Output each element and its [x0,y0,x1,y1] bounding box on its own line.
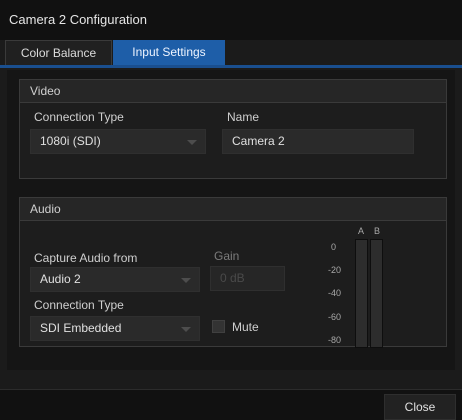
close-button[interactable]: Close [384,394,456,420]
meter-channel-a-label: A [358,226,365,236]
mute-checkbox[interactable] [212,320,225,333]
footer-bar: Close [0,389,462,420]
audio-connection-type-value: SDI Embedded [40,321,122,335]
gain-label: Gain [214,249,240,263]
capture-audio-select[interactable]: Audio 2 [30,267,200,292]
meter-channel-b-label: B [374,226,381,236]
tab-color-balance[interactable]: Color Balance [5,40,112,65]
tab-input-settings[interactable]: Input Settings [113,40,225,65]
video-heading: Video [20,80,446,103]
chevron-down-icon [181,278,191,283]
audio-connection-type-select[interactable]: SDI Embedded [30,316,200,341]
meter-scale-label: -20 [328,265,342,275]
meter-scale-label: 0 [331,242,337,252]
video-connection-type-label: Connection Type [34,110,124,124]
meter-bar-a [355,239,368,348]
audio-connection-type-label: Connection Type [34,298,124,312]
audio-heading: Audio [20,198,446,221]
chevron-down-icon [187,140,197,145]
tab-bar: Color Balance Input Settings [0,40,462,65]
meter-scale-label: -80 [328,335,342,345]
camera-config-window: Camera 2 Configuration Color Balance Inp… [0,0,462,420]
tab-underline [0,65,462,68]
video-connection-type-value: 1080i (SDI) [40,134,101,148]
name-label: Name [227,110,260,124]
video-connection-type-select[interactable]: 1080i (SDI) [30,129,206,154]
gain-input[interactable]: 0 dB [210,266,285,291]
capture-audio-label: Capture Audio from [34,251,138,265]
name-input[interactable]: Camera 2 [222,129,414,154]
title-bar: Camera 2 Configuration [0,0,462,41]
mute-label: Mute [232,320,259,334]
meter-scale-label: -60 [328,312,342,322]
chevron-down-icon [181,327,191,332]
meter-bar-b [370,239,383,348]
window-title: Camera 2 Configuration [9,12,148,27]
capture-audio-value: Audio 2 [40,272,81,286]
meter-scale-label: -40 [328,288,342,298]
